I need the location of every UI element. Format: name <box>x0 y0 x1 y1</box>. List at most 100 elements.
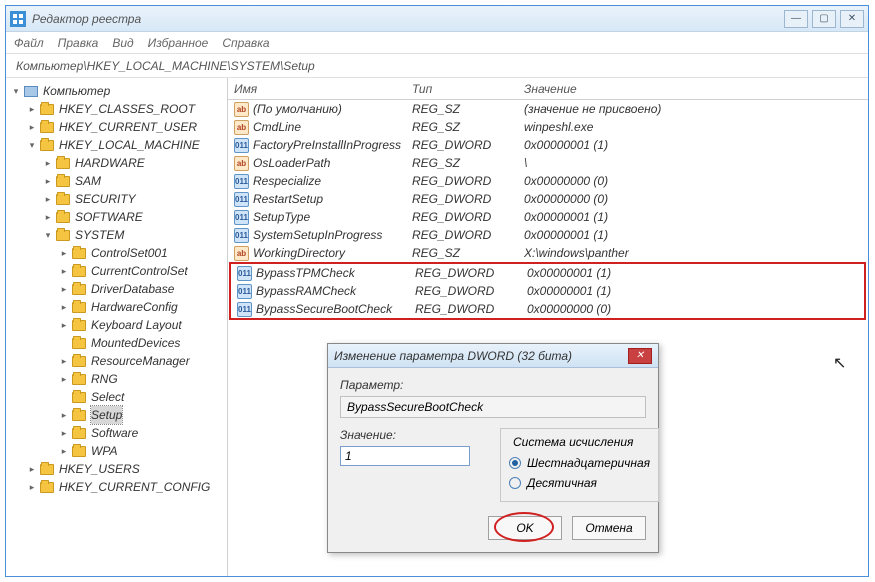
address-bar[interactable]: Компьютер\HKEY_LOCAL_MACHINE\SYSTEM\Setu… <box>6 54 868 78</box>
chevron-right-icon[interactable]: ▸ <box>58 283 70 295</box>
list-body: ab(По умолчанию)REG_SZ(значение не присв… <box>228 100 868 262</box>
chevron-right-icon[interactable]: ▸ <box>42 193 54 205</box>
menu-view[interactable]: Вид <box>112 36 133 50</box>
tree-hkcu[interactable]: ▸HKEY_CURRENT_USER <box>26 118 227 136</box>
tree-hku[interactable]: ▸HKEY_USERS <box>26 460 227 478</box>
chevron-right-icon[interactable]: ▸ <box>26 103 38 115</box>
list-row[interactable]: 011BypassTPMCheckREG_DWORD0x00000001 (1) <box>231 264 864 282</box>
chevron-right-icon[interactable]: ▸ <box>58 301 70 313</box>
dword-value-icon: 011 <box>234 138 249 153</box>
menu-favorites[interactable]: Избранное <box>148 36 209 50</box>
chevron-right-icon[interactable]: ▸ <box>58 427 70 439</box>
cancel-button[interactable]: Отмена <box>572 516 646 540</box>
value-type: REG_DWORD <box>409 284 521 298</box>
value-name: BypassSecureBootCheck <box>256 302 392 316</box>
chevron-right-icon[interactable]: ▸ <box>58 319 70 331</box>
list-row[interactable]: abWorkingDirectoryREG_SZX:\windows\panth… <box>228 244 868 262</box>
folder-icon <box>56 158 70 169</box>
chevron-right-icon[interactable]: ▸ <box>58 355 70 367</box>
menu-help[interactable]: Справка <box>222 36 269 50</box>
tree-root[interactable]: ▾Компьютер <box>10 82 227 100</box>
tree-driverdb[interactable]: ▸DriverDatabase <box>58 280 227 298</box>
chevron-right-icon[interactable]: ▸ <box>42 175 54 187</box>
chevron-right-icon[interactable]: ▸ <box>42 211 54 223</box>
chevron-right-icon[interactable]: ▸ <box>58 373 70 385</box>
folder-icon <box>72 392 86 403</box>
dword-value-icon: 011 <box>234 210 249 225</box>
chevron-right-icon[interactable]: ▸ <box>26 463 38 475</box>
list-row[interactable]: 011RestartSetupREG_DWORD0x00000000 (0) <box>228 190 868 208</box>
tree-rng[interactable]: ▸RNG <box>58 370 227 388</box>
ok-button[interactable]: OK <box>488 516 562 540</box>
menu-edit[interactable]: Правка <box>58 36 99 50</box>
tree-software[interactable]: ▸SOFTWARE <box>42 208 227 226</box>
folder-icon <box>72 302 86 313</box>
list-row[interactable]: ab(По умолчанию)REG_SZ(значение не присв… <box>228 100 868 118</box>
tree-hklm[interactable]: ▾HKEY_LOCAL_MACHINE <box>26 136 227 154</box>
chevron-right-icon[interactable]: ▸ <box>58 409 70 421</box>
dialog-close-button[interactable]: ✕ <box>628 348 652 364</box>
tree-hwconfig[interactable]: ▸HardwareConfig <box>58 298 227 316</box>
chevron-down-icon[interactable]: ▾ <box>10 85 22 97</box>
folder-icon <box>40 464 54 475</box>
tree-hkcr[interactable]: ▸HKEY_CLASSES_ROOT <box>26 100 227 118</box>
list-row[interactable]: 011BypassRAMCheckREG_DWORD0x00000001 (1) <box>231 282 864 300</box>
value-data: 0x00000001 (1) <box>518 138 868 152</box>
chevron-right-icon[interactable]: ▸ <box>26 121 38 133</box>
tree-security[interactable]: ▸SECURITY <box>42 190 227 208</box>
header-data[interactable]: Значение <box>518 82 868 96</box>
folder-icon <box>72 320 86 331</box>
chevron-right-icon[interactable]: ▸ <box>26 481 38 493</box>
tree-md[interactable]: MountedDevices <box>58 334 227 352</box>
tree-sw[interactable]: ▸Software <box>58 424 227 442</box>
list-row[interactable]: 011FactoryPreInstallInProgressREG_DWORD0… <box>228 136 868 154</box>
radio-dec[interactable]: Десятичная <box>509 473 650 493</box>
list-row[interactable]: abOsLoaderPathREG_SZ\ <box>228 154 868 172</box>
tree-pane[interactable]: ▾Компьютер ▸HKEY_CLASSES_ROOT ▸HKEY_CURR… <box>6 78 228 576</box>
list-row[interactable]: 011RespecializeREG_DWORD0x00000000 (0) <box>228 172 868 190</box>
tree-cs001[interactable]: ▸ControlSet001 <box>58 244 227 262</box>
maximize-button[interactable]: ▢ <box>812 10 836 28</box>
chevron-right-icon[interactable]: ▸ <box>58 445 70 457</box>
minimize-button[interactable]: — <box>784 10 808 28</box>
radio-hex[interactable]: Шестнадцатеричная <box>509 453 650 473</box>
chevron-down-icon[interactable]: ▾ <box>42 229 54 241</box>
list-row[interactable]: 011BypassSecureBootCheckREG_DWORD0x00000… <box>231 300 864 318</box>
chevron-right-icon[interactable]: ▸ <box>58 247 70 259</box>
value-type: REG_SZ <box>406 156 518 170</box>
window-title: Редактор реестра <box>32 12 784 26</box>
chevron-down-icon[interactable]: ▾ <box>26 139 38 151</box>
tree-select[interactable]: Select <box>58 388 227 406</box>
menu-file[interactable]: Файл <box>14 36 44 50</box>
tree-hkcc[interactable]: ▸HKEY_CURRENT_CONFIG <box>26 478 227 496</box>
tree-sam[interactable]: ▸SAM <box>42 172 227 190</box>
chevron-right-icon[interactable]: ▸ <box>58 265 70 277</box>
string-value-icon: ab <box>234 246 249 261</box>
list-row[interactable]: 011SystemSetupInProgressREG_DWORD0x00000… <box>228 226 868 244</box>
tree-wpa[interactable]: ▸WPA <box>58 442 227 460</box>
chevron-right-icon[interactable]: ▸ <box>42 157 54 169</box>
header-type[interactable]: Тип <box>406 82 518 96</box>
tree-system[interactable]: ▾SYSTEM <box>42 226 227 244</box>
list-row[interactable]: 011SetupTypeREG_DWORD0x00000001 (1) <box>228 208 868 226</box>
radio-icon <box>509 457 521 469</box>
value-name: CmdLine <box>253 120 301 134</box>
tree-ccs[interactable]: ▸CurrentControlSet <box>58 262 227 280</box>
value-input[interactable] <box>340 446 470 466</box>
list-header[interactable]: Имя Тип Значение <box>228 78 868 100</box>
tree-kbd[interactable]: ▸Keyboard Layout <box>58 316 227 334</box>
radio-icon <box>509 477 521 489</box>
folder-icon <box>72 284 86 295</box>
value-name: RestartSetup <box>253 192 323 206</box>
folder-icon <box>72 446 86 457</box>
header-name[interactable]: Имя <box>228 82 406 96</box>
dialog-titlebar[interactable]: Изменение параметра DWORD (32 бита) ✕ <box>328 344 658 368</box>
value-data: 0x00000001 (1) <box>518 228 868 242</box>
close-button[interactable]: ✕ <box>840 10 864 28</box>
tree-setup[interactable]: ▸Setup <box>58 406 227 424</box>
titlebar[interactable]: Редактор реестра — ▢ ✕ <box>6 6 868 32</box>
tree-rm[interactable]: ▸ResourceManager <box>58 352 227 370</box>
folder-icon <box>40 482 54 493</box>
tree-hardware[interactable]: ▸HARDWARE <box>42 154 227 172</box>
list-row[interactable]: abCmdLineREG_SZwinpeshl.exe <box>228 118 868 136</box>
